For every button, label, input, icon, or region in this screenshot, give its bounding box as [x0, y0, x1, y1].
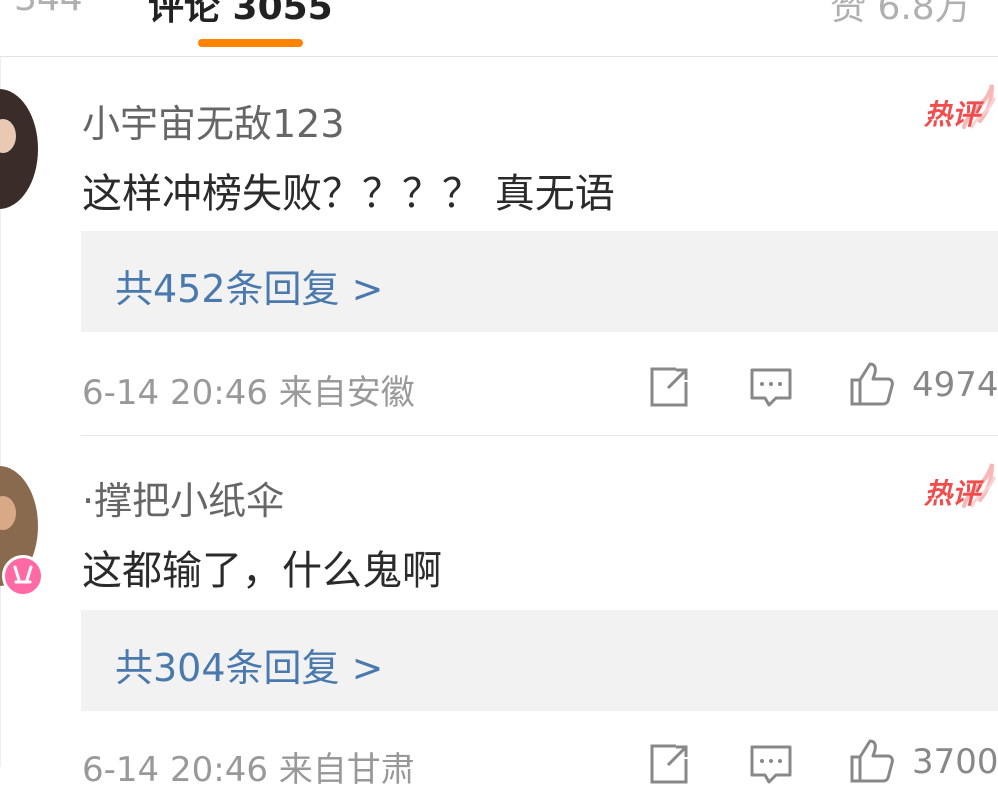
comment-item: ·撑把小纸伞 热评 这都输了，什么鬼啊 共304条回复 > 6-14 20:46…	[0, 436, 998, 790]
like-count: 3700	[912, 742, 998, 782]
avatar[interactable]	[0, 89, 38, 209]
share-icon[interactable]	[646, 364, 692, 410]
comment-text: 这都输了，什么鬼啊	[82, 548, 442, 594]
tab-likes[interactable]: 赞 6.8万	[830, 0, 971, 30]
like-count: 4974	[912, 365, 998, 405]
hot-comment-badge: 热评	[922, 463, 998, 516]
tab-comments[interactable]: 评论 3055	[148, 0, 333, 30]
share-icon[interactable]	[646, 741, 692, 787]
comment-item: 小宇宙无敌123 热评 这样冲榜失败？？？？ 真无语 共452条回复 > 6-1…	[0, 57, 998, 436]
replies-link[interactable]: 共452条回复 >	[115, 258, 383, 313]
like-icon[interactable]	[848, 737, 896, 785]
hot-badge-text: 热评	[924, 98, 981, 131]
comment-tab-bar: 344 评论 3055 赞 6.8万	[0, 0, 998, 57]
avatar-face	[0, 496, 16, 530]
like-icon[interactable]	[848, 360, 896, 408]
tab-reposts[interactable]: 344	[14, 0, 83, 19]
comment-username[interactable]: 小宇宙无敌123	[82, 93, 345, 148]
replies-summary[interactable]: 共452条回复 >	[81, 231, 998, 332]
avatar-face	[0, 119, 16, 153]
comment-text: 这样冲榜失败？？？？ 真无语	[82, 171, 615, 217]
comment-meta: 6-14 20:46 来自安徽	[82, 373, 415, 413]
replies-link[interactable]: 共304条回复 >	[115, 637, 383, 692]
comment-icon[interactable]	[748, 741, 794, 787]
hot-comment-badge: 热评	[922, 84, 998, 137]
comment-username[interactable]: ·撑把小纸伞	[82, 470, 284, 525]
vip-badge-icon	[2, 555, 44, 597]
active-tab-indicator	[198, 39, 303, 47]
hot-badge-text: 热评	[924, 477, 981, 510]
replies-summary[interactable]: 共304条回复 >	[81, 610, 998, 711]
comment-icon[interactable]	[748, 364, 794, 410]
